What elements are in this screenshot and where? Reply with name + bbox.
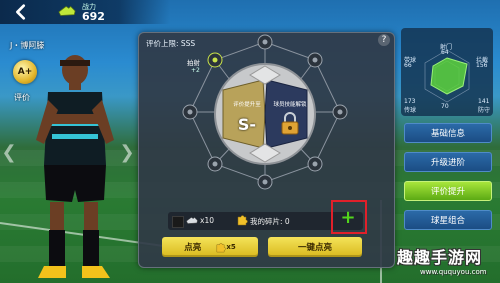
puzzle-icon xyxy=(237,215,248,226)
highlight-box xyxy=(331,200,367,234)
light-all-button[interactable]: 一键点亮 xyxy=(268,237,362,257)
boot-count: x10 xyxy=(200,216,214,225)
next-player-arrow[interactable]: ❯ xyxy=(119,138,134,166)
prev-player-arrow[interactable]: ❮ xyxy=(1,138,16,166)
menu-upgrade[interactable]: 升级进阶 xyxy=(404,152,492,172)
help-button[interactable]: ? xyxy=(378,34,390,46)
boot-icon xyxy=(58,5,76,16)
grade-label: 评价 xyxy=(14,93,30,102)
light-up-label: 点亮 xyxy=(184,243,202,253)
skill-node[interactable] xyxy=(257,34,273,50)
stat-shooting-value: 64 xyxy=(441,49,449,56)
skill-unlock-label: 球员技能解锁 xyxy=(273,102,307,108)
puzzle-icon xyxy=(216,242,227,252)
stat-pass-value: 173 xyxy=(404,98,416,105)
game-screen: 战力 692 J・博阿滕 A+ 评价 ❮ ❯ 评价上限: SSS ? 拍射 +2… xyxy=(0,0,500,283)
watermark-title: 趣趣手游网 xyxy=(397,248,483,267)
lock-icon xyxy=(281,112,299,135)
watermark-url: www.ququyou.com xyxy=(420,268,487,276)
light-up-cost-value: x5 xyxy=(226,243,236,251)
power-value: 692 xyxy=(82,10,105,23)
stat-intercept-value: 156 xyxy=(476,62,488,69)
boot-icon xyxy=(186,217,198,224)
player-figure xyxy=(36,55,114,278)
stat-dribble-value: 66 xyxy=(404,62,412,69)
stat-defense-name: 防守 xyxy=(478,107,491,114)
stat-pass-name: 传球 xyxy=(404,107,417,114)
menu-basic-info[interactable]: 基础信息 xyxy=(404,123,492,143)
stat-defense-value: 141 xyxy=(478,98,490,105)
back-button[interactable] xyxy=(6,2,36,22)
menu-star-combo[interactable]: 球星组合 xyxy=(404,210,492,230)
light-up-button[interactable]: 点亮 x5 xyxy=(162,237,258,257)
upgrade-label: 评价提升至 xyxy=(233,102,261,108)
stat-physical-value: 70 xyxy=(441,103,449,110)
target-grade: S- xyxy=(237,115,257,134)
menu-rating-boost[interactable]: 评价提升 xyxy=(404,181,492,201)
light-up-cost: x5 xyxy=(215,242,236,253)
skill-slot-value: +2 xyxy=(191,67,200,74)
checkbox[interactable] xyxy=(172,216,184,228)
my-fragments: 我的碎片: 0 xyxy=(250,217,290,226)
back-arrow-icon xyxy=(16,4,26,20)
skill-slot-label: 拍射 xyxy=(187,59,200,67)
